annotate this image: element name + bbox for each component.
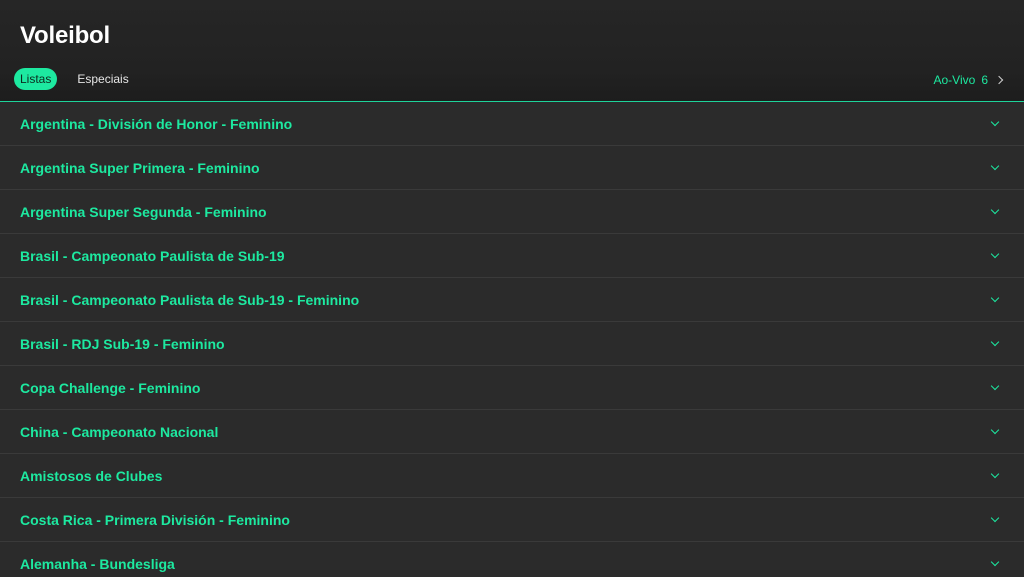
- tab-listas[interactable]: Listas: [14, 68, 58, 90]
- chevron-down-icon[interactable]: [990, 249, 1000, 258]
- competition-list: Argentina - División de Honor - Feminino…: [0, 102, 1024, 577]
- competition-row-costa-rica-primera-division[interactable]: Costa Rica - Primera División - Feminino: [0, 498, 1024, 542]
- chevron-down-icon[interactable]: [990, 161, 1000, 170]
- competition-row-copa-challenge[interactable]: Copa Challenge - Feminino: [0, 366, 1024, 410]
- page: Voleibol Listas Especiais Ao-Vivo 6 Arge…: [0, 0, 1024, 577]
- competition-label: Amistosos de Clubes: [20, 467, 163, 484]
- chevron-down-icon[interactable]: [990, 469, 1000, 478]
- competition-label: Argentina - División de Honor - Feminino: [20, 115, 293, 132]
- chevron-down-icon[interactable]: [990, 381, 1000, 390]
- competition-label: Costa Rica - Primera División - Feminino: [20, 511, 290, 528]
- page-title: Voleibol: [20, 22, 110, 49]
- competition-label: Brasil - Campeonato Paulista de Sub-19 -…: [20, 291, 360, 308]
- live-link[interactable]: Ao-Vivo 6: [933, 73, 1004, 87]
- competition-label: Alemanha - Bundesliga: [20, 555, 175, 572]
- competition-row-alemanha-bundesliga[interactable]: Alemanha - Bundesliga: [0, 542, 1024, 577]
- page-header: Voleibol Listas Especiais Ao-Vivo 6: [0, 0, 1024, 102]
- chevron-right-icon: [994, 75, 1004, 85]
- tab-bar: Listas Especiais: [14, 68, 135, 90]
- live-label: Ao-Vivo: [933, 73, 976, 87]
- competition-label: China - Campeonato Nacional: [20, 423, 219, 440]
- competition-row-brasil-rdj-sub19[interactable]: Brasil - RDJ Sub-19 - Feminino: [0, 322, 1024, 366]
- competition-label: Argentina Super Segunda - Feminino: [20, 203, 267, 220]
- chevron-down-icon[interactable]: [990, 557, 1000, 566]
- chevron-down-icon[interactable]: [990, 337, 1000, 346]
- competition-row-argentina-super-segunda[interactable]: Argentina Super Segunda - Feminino: [0, 190, 1024, 234]
- competition-label: Argentina Super Primera - Feminino: [20, 159, 260, 176]
- chevron-down-icon[interactable]: [990, 205, 1000, 214]
- live-count: 6: [981, 73, 988, 87]
- competition-label: Brasil - Campeonato Paulista de Sub-19: [20, 247, 285, 264]
- competition-row-argentina-super-primera[interactable]: Argentina Super Primera - Feminino: [0, 146, 1024, 190]
- competition-row-amistosos-de-clubes[interactable]: Amistosos de Clubes: [0, 454, 1024, 498]
- competition-label: Brasil - RDJ Sub-19 - Feminino: [20, 335, 225, 352]
- competition-label: Copa Challenge - Feminino: [20, 379, 201, 396]
- competition-row-china-campeonato-nacional[interactable]: China - Campeonato Nacional: [0, 410, 1024, 454]
- chevron-down-icon[interactable]: [990, 117, 1000, 126]
- competition-row-argentina-division-de-honor[interactable]: Argentina - División de Honor - Feminino: [0, 102, 1024, 146]
- tab-especiais[interactable]: Especiais: [71, 68, 134, 90]
- competition-row-brasil-paulista-sub19[interactable]: Brasil - Campeonato Paulista de Sub-19: [0, 234, 1024, 278]
- chevron-down-icon[interactable]: [990, 425, 1000, 434]
- chevron-down-icon[interactable]: [990, 293, 1000, 302]
- competition-row-brasil-paulista-sub19-feminino[interactable]: Brasil - Campeonato Paulista de Sub-19 -…: [0, 278, 1024, 322]
- chevron-down-icon[interactable]: [990, 513, 1000, 522]
